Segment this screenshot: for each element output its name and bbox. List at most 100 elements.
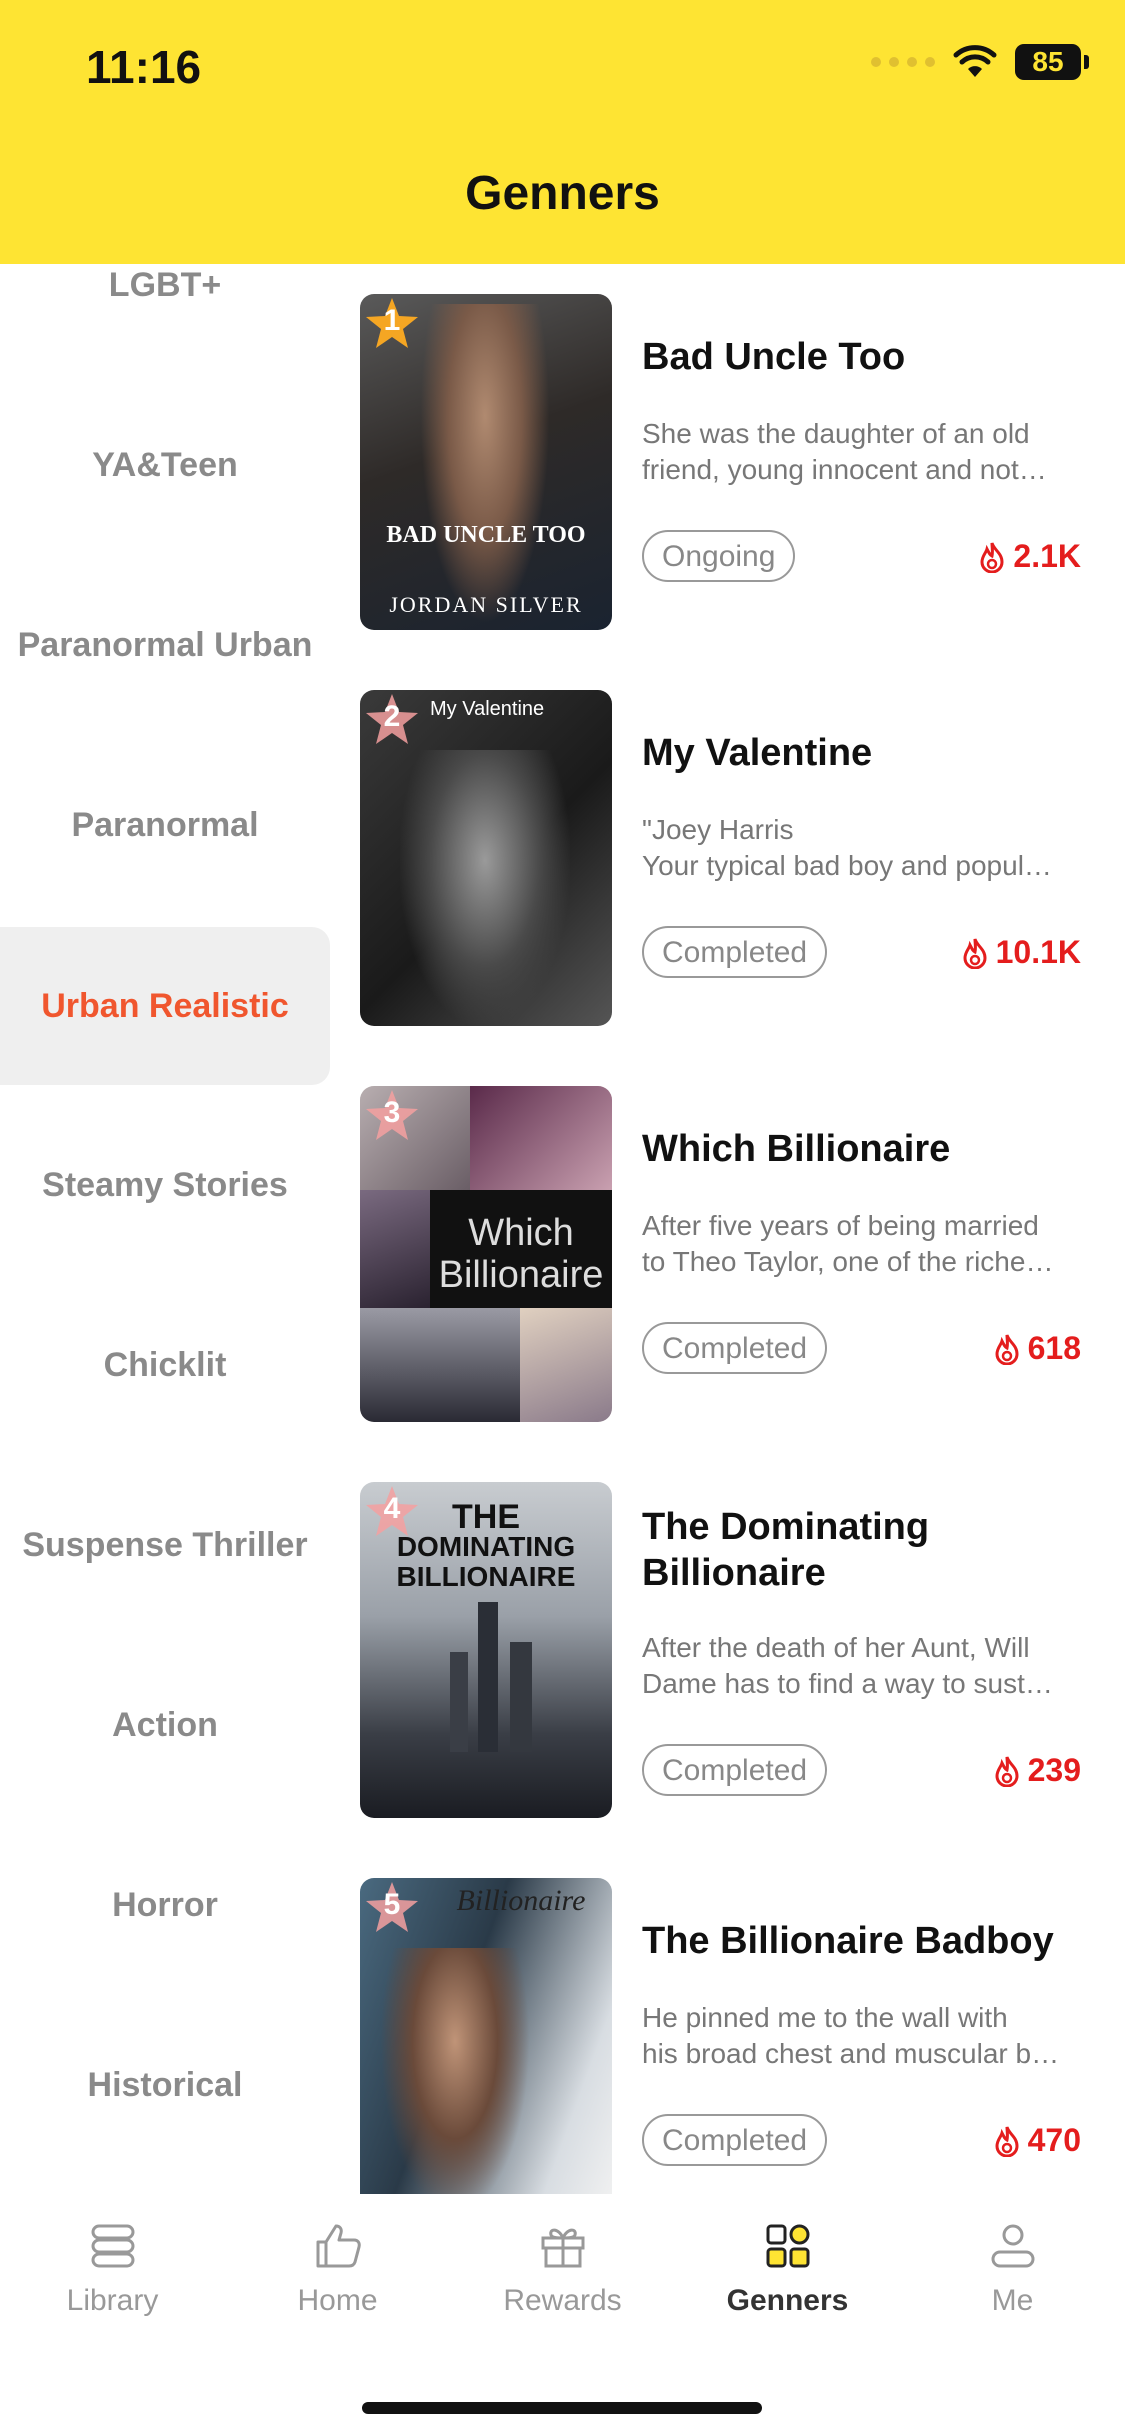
book-item[interactable]: My Valentine 2 My Valentine "Joey Harris… [340,690,1125,1026]
book-cover[interactable]: My Valentine 2 [360,690,612,1026]
fire-icon [995,2125,1019,2157]
category-paranormal-urban[interactable]: Paranormal Urban [0,626,330,665]
status-bar: 11:16 85 [0,0,1125,140]
tab-rewards[interactable]: Rewards [450,2218,675,2318]
popularity-count: 470 [1027,2122,1081,2158]
book-description: She was the daughter of an old friend, y… [642,416,1082,488]
cover-title: BAD UNCLE TOO [386,522,586,548]
header: Genners [0,140,1125,264]
library-icon [91,2224,134,2268]
battery-icon: 85 [1015,44,1089,80]
fire-icon [995,1755,1019,1787]
category-paranormal[interactable]: Paranormal [0,806,330,845]
fire-icon [995,1333,1019,1365]
thumbs-up-icon [316,2224,361,2268]
book-title[interactable]: Bad Uncle Too [642,334,1082,380]
popularity: 470 [992,2122,1081,2159]
status-badge: Completed [642,926,828,978]
gift-icon [541,2228,584,2268]
rank-number: 3 [383,1096,401,1129]
tab-me[interactable]: Me [900,2218,1125,2318]
status-badge: Completed [642,2114,828,2166]
book-title[interactable]: The Dominating Billionaire [642,1504,1082,1596]
tab-library[interactable]: Library [0,2218,225,2318]
book-title[interactable]: Which Billionaire [642,1126,1082,1172]
popularity: 2.1K [977,538,1081,575]
cover-title: Which [468,1212,574,1254]
fire-icon [963,937,987,969]
person-icon [991,2224,1034,2268]
tab-label: Home [297,2284,378,2317]
book-description-line: After five years of being married [642,1210,1039,1241]
popularity: 10.1K [960,934,1081,971]
tab-label: Rewards [503,2284,622,2317]
book-description-line: Your typical bad boy and popul… [642,850,1052,881]
book-title[interactable]: My Valentine [642,730,1082,776]
rank-number: 1 [383,304,401,337]
book-title-line: Which Billionaire [642,1128,951,1170]
book-title[interactable]: The Billionaire Badboy [642,1918,1082,1964]
book-description: After five years of being married to The… [642,1208,1082,1280]
book-description: "Joey Harris Your typical bad boy and po… [642,812,1082,884]
book-title-line: My Valentine [642,732,873,774]
book-description: After the death of her Aunt, Will Dame h… [642,1630,1082,1702]
category-sidebar: LGBT+ YA&Teen Paranormal Urban Paranorma… [0,264,330,2194]
tab-label: Me [991,2284,1034,2317]
status-badge: Ongoing [642,530,796,582]
book-item[interactable]: Which Billionaire 3 Which Billionaire Af… [340,1086,1125,1422]
tab-genners[interactable]: Genners [675,2218,900,2318]
book-description-line: "Joey Harris [642,814,794,845]
rank-badge: 1 [364,296,420,352]
book-title-line: Billionaire [642,1552,826,1594]
tab-bar: Library Home Rewards Genners Me [0,2194,1125,2436]
book-title-line: The Dominating [642,1506,930,1548]
rank-number: 5 [383,1888,401,1921]
tab-home[interactable]: Home [225,2218,450,2318]
category-chicklit[interactable]: Chicklit [0,1346,330,1385]
category-lgbt[interactable]: LGBT+ [0,266,330,305]
category-urban-realistic[interactable]: Urban Realistic [0,927,330,1085]
book-description-line: She was the daughter of an old [642,418,1030,449]
book-title-line: Bad Uncle Too [642,336,906,378]
home-indicator [362,2402,762,2414]
status-icons: 85 [871,44,1089,80]
book-cover[interactable]: BAD UNCLE TOO JORDAN SILVER 1 [360,294,612,630]
book-cover[interactable]: Which Billionaire 3 [360,1086,612,1422]
rank-number: 4 [383,1492,401,1525]
category-historical[interactable]: Historical [0,2066,330,2105]
book-description-line: to Theo Taylor, one of the riche… [642,1246,1054,1277]
cellular-signal-icon [871,57,935,67]
popularity: 239 [992,1752,1081,1789]
cover-title: My Valentine [430,698,545,720]
tab-label: Genners [726,2284,849,2317]
fire-icon [980,541,1004,573]
status-badge: Completed [642,1322,828,1374]
book-item[interactable]: Billionaire 5 The Billionaire Badboy He … [340,1878,1125,2194]
popularity: 618 [992,1330,1081,1367]
category-suspense-thriller[interactable]: Suspense Thriller [0,1526,330,1565]
popularity-count: 239 [1027,1752,1081,1788]
wifi-icon [953,45,997,77]
category-ya-teen[interactable]: YA&Teen [0,446,330,485]
book-description: He pinned me to the wall with his broad … [642,2000,1082,2072]
book-description-line: Dame has to find a way to sust… [642,1668,1053,1699]
book-item[interactable]: BAD UNCLE TOO JORDAN SILVER 1 Bad Uncle … [340,294,1125,630]
cover-author: JORDAN SILVER [389,592,583,617]
book-description-line: friend, young innocent and not… [642,454,1047,485]
cover-title: Billionaire [438,1254,604,1296]
cover-title: Billionaire [456,1884,586,1917]
category-action[interactable]: Action [0,1706,330,1745]
rank-number: 2 [383,700,401,733]
rank-badge: 3 [364,1088,420,1144]
book-cover[interactable]: THE DOMINATING BILLIONAIRE 4 [360,1482,612,1818]
book-cover[interactable]: Billionaire 5 [360,1878,612,2194]
book-item[interactable]: THE DOMINATING BILLIONAIRE 4 The Dominat… [340,1482,1125,1818]
category-horror[interactable]: Horror [0,1886,330,1925]
rank-badge: 4 [364,1484,420,1540]
category-steamy-stories[interactable]: Steamy Stories [0,1166,330,1205]
tab-label: Library [66,2284,159,2317]
status-time: 11:16 [86,41,202,93]
book-list: BAD UNCLE TOO JORDAN SILVER 1 Bad Uncle … [340,264,1125,2194]
rank-badge: 5 [364,1880,420,1936]
book-description-line: He pinned me to the wall with [642,2002,1008,2033]
